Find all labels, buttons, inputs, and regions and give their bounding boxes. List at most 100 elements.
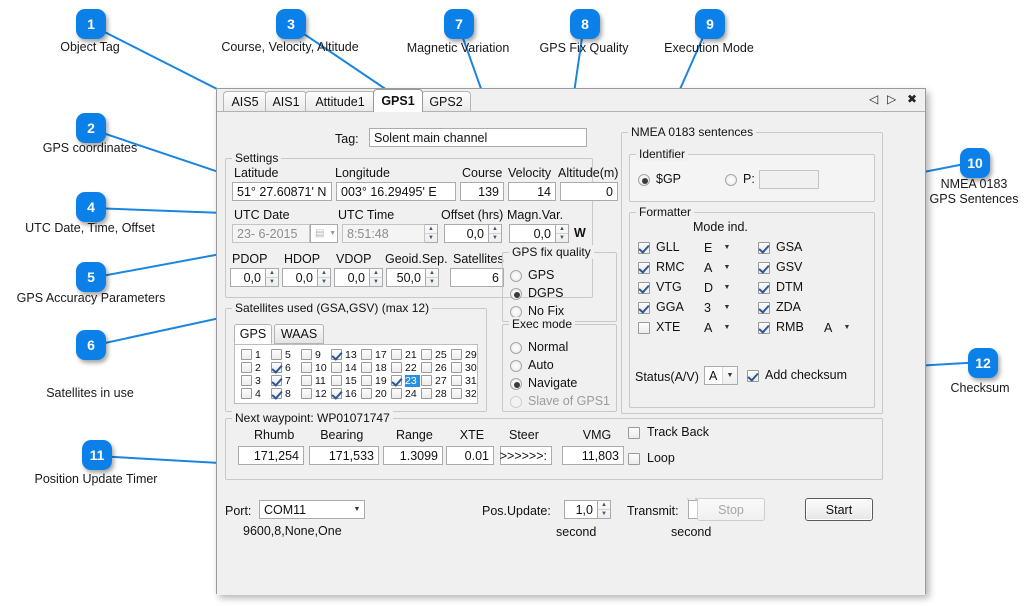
satellite-checkbox-21[interactable] bbox=[391, 349, 402, 360]
formatter-mode-select-gga[interactable]: 3▼ bbox=[700, 298, 734, 317]
satellite-number-4[interactable]: 4 bbox=[255, 388, 270, 400]
satellite-checkbox-2[interactable] bbox=[241, 362, 252, 373]
tab-gps1[interactable]: GPS1 bbox=[373, 89, 423, 112]
satellite-checkbox-24[interactable] bbox=[391, 388, 402, 399]
course-input[interactable]: 139 bbox=[460, 182, 504, 201]
formatter-mode-select-rmc[interactable]: A▼ bbox=[700, 258, 734, 277]
altitude-input[interactable]: 0 bbox=[560, 182, 618, 201]
formatter-checkbox-gll[interactable] bbox=[638, 242, 650, 254]
satellite-number-10[interactable]: 10 bbox=[315, 362, 330, 374]
port-select[interactable]: COM11 ▼ bbox=[259, 500, 365, 519]
formatter-checkbox-rmc[interactable] bbox=[638, 262, 650, 274]
hdop-input[interactable]: 0,0 bbox=[282, 268, 318, 287]
satellite-number-24[interactable]: 24 bbox=[405, 388, 420, 400]
satellite-checkbox-16[interactable] bbox=[331, 388, 342, 399]
satellite-number-11[interactable]: 11 bbox=[315, 375, 330, 387]
vdop-spinner[interactable]: ▲▼ bbox=[370, 268, 383, 287]
formatter-checkbox-zda[interactable] bbox=[758, 302, 770, 314]
magnvar-input[interactable]: 0,0 bbox=[509, 224, 556, 243]
satellite-number-23[interactable]: 23 bbox=[405, 375, 420, 387]
satellite-checkbox-8[interactable] bbox=[271, 388, 282, 399]
satellite-checkbox-17[interactable] bbox=[361, 349, 372, 360]
satellite-checkbox-29[interactable] bbox=[451, 349, 462, 360]
satellite-checkbox-27[interactable] bbox=[421, 375, 432, 386]
satellite-number-19[interactable]: 19 bbox=[375, 375, 390, 387]
fix-quality-radio-gps[interactable] bbox=[510, 270, 522, 282]
satellite-checkbox-6[interactable] bbox=[271, 362, 282, 373]
satellite-number-15[interactable]: 15 bbox=[345, 375, 360, 387]
utc-time-spinner[interactable]: ▲▼ bbox=[425, 224, 438, 243]
vdop-input[interactable]: 0,0 bbox=[334, 268, 370, 287]
offset-input[interactable]: 0,0 bbox=[444, 224, 489, 243]
start-button[interactable]: Start bbox=[805, 498, 873, 521]
satellite-number-31[interactable]: 31 bbox=[465, 375, 480, 387]
exec-mode-radio-navigate[interactable] bbox=[510, 378, 522, 390]
add-checksum-checkbox[interactable] bbox=[747, 370, 759, 382]
satellite-checkbox-22[interactable] bbox=[391, 362, 402, 373]
satellite-number-9[interactable]: 9 bbox=[315, 349, 330, 361]
satellite-checkbox-9[interactable] bbox=[301, 349, 312, 360]
tab-attitude1[interactable]: Attitude1 bbox=[305, 91, 375, 111]
hdop-spinner[interactable]: ▲▼ bbox=[318, 268, 331, 287]
satellite-number-17[interactable]: 17 bbox=[375, 349, 390, 361]
satellite-checkbox-26[interactable] bbox=[421, 362, 432, 373]
satellite-checkbox-18[interactable] bbox=[361, 362, 372, 373]
satellite-number-5[interactable]: 5 bbox=[285, 349, 300, 361]
identifier-p-input[interactable] bbox=[759, 170, 819, 189]
satellite-number-20[interactable]: 20 bbox=[375, 388, 390, 400]
pdop-spinner[interactable]: ▲▼ bbox=[266, 268, 279, 287]
nav-prev-icon[interactable]: ◁ bbox=[869, 92, 878, 106]
exec-mode-radio-auto[interactable] bbox=[510, 360, 522, 372]
satellite-number-26[interactable]: 26 bbox=[435, 362, 450, 374]
satellite-checkbox-4[interactable] bbox=[241, 388, 252, 399]
satellite-checkbox-28[interactable] bbox=[421, 388, 432, 399]
satellite-number-21[interactable]: 21 bbox=[405, 349, 420, 361]
status-av-select[interactable]: A ▼ bbox=[704, 366, 738, 385]
magnvar-spinner[interactable]: ▲▼ bbox=[556, 224, 569, 243]
formatter-mode-select-vtg[interactable]: D▼ bbox=[700, 278, 734, 297]
tag-input[interactable]: Solent main channel bbox=[369, 128, 587, 147]
satellite-checkbox-20[interactable] bbox=[361, 388, 372, 399]
satellite-checkbox-25[interactable] bbox=[421, 349, 432, 360]
nav-next-icon[interactable]: ▷ bbox=[887, 92, 896, 106]
satellite-number-14[interactable]: 14 bbox=[345, 362, 360, 374]
geoid-spinner[interactable]: ▲▼ bbox=[426, 268, 439, 287]
fix-quality-radio-dgps[interactable] bbox=[510, 288, 522, 300]
satellite-number-30[interactable]: 30 bbox=[465, 362, 480, 374]
formatter-checkbox-vtg[interactable] bbox=[638, 282, 650, 294]
formatter-checkbox-rmb[interactable] bbox=[758, 322, 770, 334]
tab-ais1[interactable]: AIS1 bbox=[265, 91, 307, 111]
satellite-checkbox-32[interactable] bbox=[451, 388, 462, 399]
satellite-number-12[interactable]: 12 bbox=[315, 388, 330, 400]
satellite-tab-waas[interactable]: WAAS bbox=[274, 324, 324, 344]
satellite-number-28[interactable]: 28 bbox=[435, 388, 450, 400]
longitude-input[interactable]: 003° 16.29495' E bbox=[336, 182, 456, 201]
satellite-number-32[interactable]: 32 bbox=[465, 388, 480, 400]
satellite-checkbox-15[interactable] bbox=[331, 375, 342, 386]
stop-button[interactable]: Stop bbox=[697, 498, 765, 521]
geoid-input[interactable]: 50,0 bbox=[386, 268, 426, 287]
offset-spinner[interactable]: ▲▼ bbox=[489, 224, 502, 243]
satellite-checkbox-1[interactable] bbox=[241, 349, 252, 360]
satellite-number-18[interactable]: 18 bbox=[375, 362, 390, 374]
satellite-tab-gps[interactable]: GPS bbox=[234, 324, 272, 344]
satellite-checkbox-12[interactable] bbox=[301, 388, 312, 399]
utc-time-input[interactable]: 8:51:48 bbox=[342, 224, 425, 243]
formatter-mode-select-gll[interactable]: E▼ bbox=[700, 238, 734, 257]
utc-date-picker[interactable]: ▤ ▼ bbox=[310, 224, 338, 243]
satellite-checkbox-7[interactable] bbox=[271, 375, 282, 386]
satellite-checkbox-13[interactable] bbox=[331, 349, 342, 360]
exec-mode-radio-normal[interactable] bbox=[510, 342, 522, 354]
close-icon[interactable]: ✖ bbox=[907, 92, 917, 106]
satellite-number-22[interactable]: 22 bbox=[405, 362, 420, 374]
satellite-number-7[interactable]: 7 bbox=[285, 375, 300, 387]
satellite-number-16[interactable]: 16 bbox=[345, 388, 360, 400]
pos-update-input[interactable]: 1,0 bbox=[564, 500, 598, 519]
satellite-checkbox-19[interactable] bbox=[361, 375, 372, 386]
utc-date-input[interactable]: 23- 6-2015 bbox=[232, 224, 310, 243]
latitude-input[interactable]: 51° 27.60871' N bbox=[232, 182, 332, 201]
identifier-gp-radio[interactable] bbox=[638, 174, 650, 186]
satellite-checkbox-11[interactable] bbox=[301, 375, 312, 386]
satellite-number-25[interactable]: 25 bbox=[435, 349, 450, 361]
formatter-checkbox-xte[interactable] bbox=[638, 322, 650, 334]
